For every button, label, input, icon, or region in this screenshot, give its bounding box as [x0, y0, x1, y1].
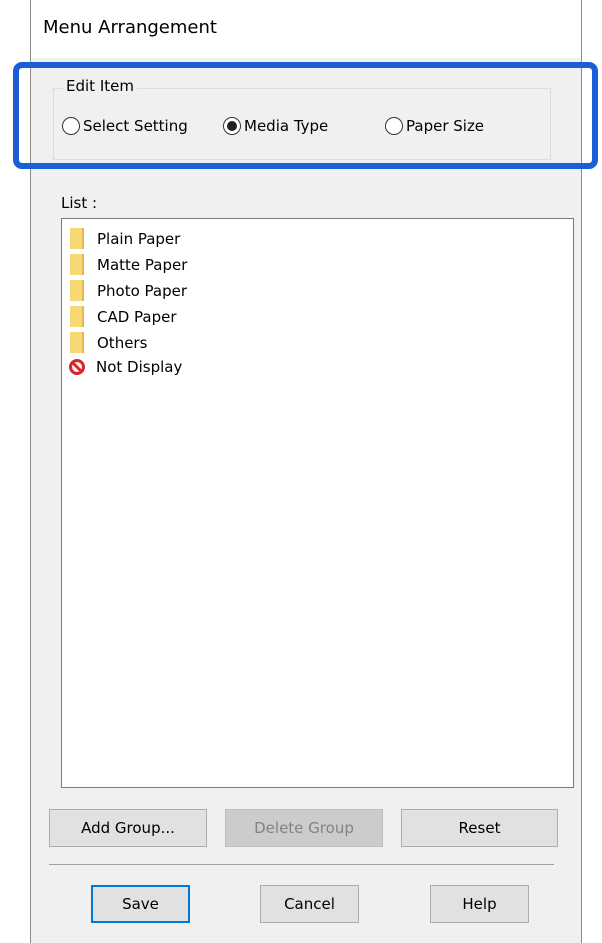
list-item-label: Matte Paper	[97, 255, 188, 274]
edit-item-legend: Edit Item	[63, 77, 137, 95]
radio-label: Select Setting	[83, 117, 188, 135]
radio-media-type[interactable]: Media Type	[223, 117, 328, 135]
title-bar: Menu Arrangement	[31, 0, 581, 58]
list-item[interactable]: CAD Paper	[70, 306, 177, 327]
add-group-button[interactable]: Add Group...	[49, 809, 207, 847]
separator	[49, 864, 554, 865]
folder-icon	[70, 306, 84, 327]
radio-selected-icon	[223, 117, 241, 135]
cancel-button[interactable]: Cancel	[260, 885, 359, 923]
radio-paper-size[interactable]: Paper Size	[385, 117, 484, 135]
media-list[interactable]: Plain Paper Matte Paper Photo Paper CAD …	[61, 218, 574, 788]
list-item-label: Not Display	[96, 358, 183, 376]
reset-button[interactable]: Reset	[401, 809, 558, 847]
list-item-label: CAD Paper	[97, 307, 177, 326]
folder-icon	[70, 228, 84, 249]
radio-select-setting[interactable]: Select Setting	[62, 117, 188, 135]
list-item[interactable]: Matte Paper	[70, 254, 187, 275]
radio-label: Media Type	[244, 117, 329, 135]
folder-icon	[70, 332, 84, 353]
list-label: List :	[61, 194, 98, 212]
menu-arrangement-dialog: Menu Arrangement Edit Item Select Settin…	[30, 0, 582, 943]
list-item[interactable]: Others	[70, 332, 147, 353]
list-item-label: Others	[97, 333, 148, 352]
delete-group-button[interactable]: Delete Group	[225, 809, 383, 847]
list-item[interactable]: Photo Paper	[70, 280, 187, 301]
folder-icon	[70, 280, 84, 301]
dialog-title: Menu Arrangement	[43, 17, 217, 38]
radio-circle-icon	[385, 117, 403, 135]
folder-icon	[70, 254, 84, 275]
list-item-label: Photo Paper	[97, 281, 188, 300]
list-item[interactable]: Not Display	[69, 358, 183, 376]
list-item-label: Plain Paper	[97, 229, 181, 248]
no-entry-icon	[69, 359, 85, 375]
help-button[interactable]: Help	[430, 885, 529, 923]
radio-label: Paper Size	[406, 117, 485, 135]
list-item[interactable]: Plain Paper	[70, 228, 180, 249]
save-button[interactable]: Save	[91, 885, 190, 923]
radio-circle-icon	[62, 117, 80, 135]
